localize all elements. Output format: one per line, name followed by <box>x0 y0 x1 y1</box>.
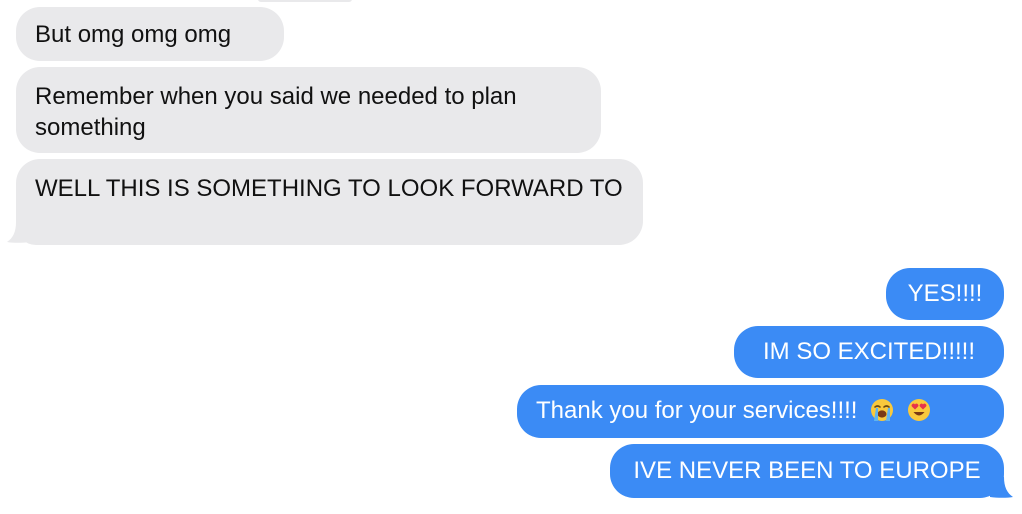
loudly-crying-face-icon <box>871 399 894 421</box>
message-text: IVE NEVER BEEN TO EUROPE <box>633 457 981 484</box>
heart-eyes-face-icon <box>907 399 930 421</box>
message-thread: But omg omg omg Remember when you said w… <box>0 0 1022 514</box>
message-text: YES!!!! <box>907 280 983 307</box>
previous-message-fragment <box>258 0 352 2</box>
outgoing-message-bubble[interactable]: IVE NEVER BEEN TO EUROPE <box>610 444 1004 498</box>
incoming-message-bubble[interactable]: But omg omg omg <box>16 7 284 61</box>
message-text: IM SO EXCITED!!!!! <box>762 338 976 365</box>
outgoing-message-bubble[interactable]: YES!!!! <box>886 268 1004 320</box>
message-text: Remember when you said we needed to plan… <box>35 83 517 141</box>
outgoing-message-bubble[interactable]: IM SO EXCITED!!!!! <box>734 326 1004 378</box>
message-text: Thank you for your services!!!! <box>536 397 858 424</box>
incoming-message-bubble[interactable]: Remember when you said we needed to plan… <box>16 67 601 153</box>
incoming-message-bubble[interactable]: WELL THIS IS SOMETHING TO LOOK FORWARD T… <box>16 159 643 245</box>
outgoing-message-bubble[interactable]: Thank you for your services!!!! <box>517 385 1004 438</box>
message-text: WELL THIS IS SOMETHING TO LOOK FORWARD T… <box>35 175 623 202</box>
message-text: But omg omg omg <box>35 21 232 48</box>
